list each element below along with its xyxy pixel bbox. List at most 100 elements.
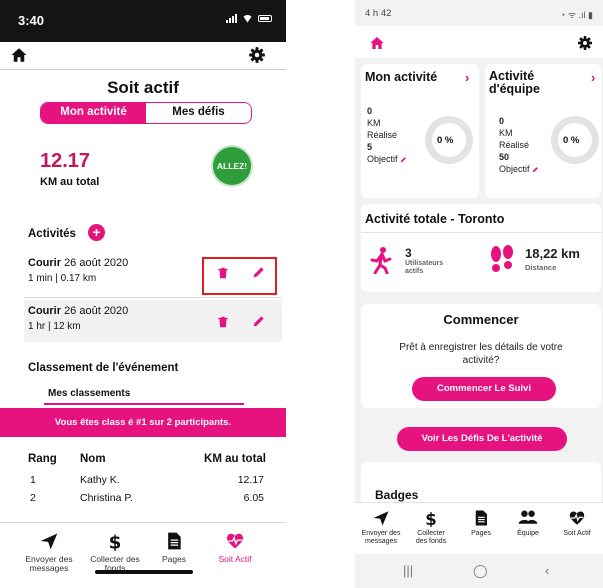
runner-icon <box>370 247 392 274</box>
pencil-icon[interactable] <box>532 166 539 173</box>
commencer-suivi-button[interactable]: Commencer Le Suivi <box>412 377 556 401</box>
chevron-right-icon: › <box>465 70 470 85</box>
send-icon <box>40 533 58 550</box>
distance-value: 18,22 km <box>525 246 580 261</box>
page-icon <box>475 510 487 526</box>
table-header-km: KM au total <box>204 453 266 465</box>
objectif-label: Objectif <box>499 164 530 174</box>
wifi-icon <box>242 14 253 23</box>
km-unit: KM <box>367 118 381 128</box>
activity-type: Courir <box>28 257 61 269</box>
bottom-tab-bar: Envoyer des messages $ Collecter des fonds… <box>0 522 286 588</box>
tab-mon-activite[interactable]: Mon activité <box>41 103 146 123</box>
km-value: 0 <box>499 116 505 126</box>
progress-percent: 0 % <box>437 135 454 146</box>
users-value: 3 <box>405 246 412 260</box>
svg-text:$: $ <box>425 510 436 527</box>
gear-icon[interactable] <box>577 35 593 51</box>
commencer-title: Commencer <box>443 312 519 327</box>
activities-title: Activités <box>28 228 76 240</box>
activity-date: 26 août 2020 <box>64 305 129 317</box>
left-phone-screen: 3:40 Soit actif Mon activité Mes défis 1… <box>0 0 286 588</box>
home-icon[interactable] <box>10 46 28 64</box>
table-cell-rang: 1 <box>30 474 36 486</box>
tab-underline <box>44 403 244 405</box>
footprints-icon <box>491 245 513 272</box>
segment-control: Mon activité Mes défis <box>40 102 252 124</box>
tab-collecter-fonds[interactable]: $ Collecter des fonds <box>84 531 146 573</box>
send-icon <box>373 511 389 526</box>
home-button[interactable]: ◯ <box>473 563 488 579</box>
badges-title: Badges <box>375 488 419 502</box>
tab-envoyer-messages[interactable]: Envoyer des messages <box>356 509 406 545</box>
trash-icon[interactable] <box>216 315 230 329</box>
tab-pages[interactable]: Pages <box>456 509 506 538</box>
tab-equipe[interactable]: Équipe <box>503 509 553 538</box>
table-cell-km: 12.17 <box>237 474 264 486</box>
team-icon <box>518 510 538 524</box>
km-unit: KM <box>499 128 513 138</box>
activity-type: Courir <box>28 305 61 317</box>
card-title: Activité totale - Toronto <box>365 212 505 226</box>
allez-button[interactable]: ALLEZ! <box>213 147 251 185</box>
page-icon <box>168 532 181 550</box>
signal-icon <box>226 14 237 23</box>
tab-soit-actif[interactable]: Soit Actif <box>204 531 266 564</box>
activity-row[interactable]: Courir 26 août 2020 1 hr | 12 km <box>24 300 282 342</box>
status-icons <box>226 14 272 23</box>
status-icons: ◔ ᯤ .ıl ▮ <box>559 10 593 20</box>
highlight-box <box>202 257 277 295</box>
status-bar: 4 h 42 ◔ ᯤ .ıl ▮ <box>355 0 603 26</box>
tab-soit-actif[interactable]: Soit Actif <box>552 509 602 538</box>
voir-defis-button[interactable]: Voir Les Défis De L'activité <box>397 427 567 451</box>
tab-envoyer-messages[interactable]: Envoyer des messages <box>18 531 80 573</box>
table-cell-nom: Kathy K. <box>80 474 120 486</box>
pencil-icon[interactable] <box>400 156 407 163</box>
dollar-icon: $ <box>109 533 122 552</box>
page-title: Soit actif <box>107 78 179 97</box>
equipe-card[interactable]: Activité d'équipe › 0 KM Réalisé 50 Objec… <box>485 64 601 198</box>
distance-label: Distance <box>525 263 557 272</box>
header-divider <box>0 69 286 70</box>
top-navigation <box>355 26 603 58</box>
objectif-value: 50 <box>499 152 510 162</box>
svg-text:$: $ <box>109 533 122 552</box>
badges-card: Badges <box>361 462 601 506</box>
row-divider <box>24 297 282 298</box>
card-title: Mon activité <box>365 70 438 84</box>
mes-classements-tab[interactable]: Mes classements <box>48 388 130 399</box>
users-label: actifs <box>405 268 424 275</box>
recent-apps-button[interactable]: ||| <box>403 563 413 578</box>
commencer-text: Prêt à enregistrer les détails de votre <box>399 342 563 353</box>
realise-label: Réalisé <box>499 140 530 150</box>
km-value: 0 <box>367 106 373 116</box>
add-activity-button[interactable]: + <box>88 224 105 241</box>
tab-collecter-fonds[interactable]: $ Collecter des fonds <box>406 509 456 545</box>
back-button[interactable]: ‹ <box>545 563 549 578</box>
dollar-icon: $ <box>425 510 436 527</box>
pencil-icon[interactable] <box>252 314 266 328</box>
home-indicator <box>95 570 193 574</box>
tab-pages[interactable]: Pages <box>143 531 205 564</box>
home-icon[interactable] <box>369 35 385 51</box>
status-bar: 3:40 <box>0 0 286 42</box>
activity-details: 1 hr | 12 km <box>28 321 81 332</box>
commencer-text: activité? <box>462 355 500 366</box>
objectif-label: Objectif <box>367 154 398 164</box>
table-header-rang: Rang <box>28 453 57 465</box>
table-header-nom: Nom <box>80 453 106 465</box>
rank-banner: Vous êtes class é #1 sur 2 participants. <box>0 408 286 437</box>
table-cell-nom: Christina P. <box>80 492 133 504</box>
heart-pulse-icon <box>227 533 243 549</box>
progress-percent: 0 % <box>563 135 580 146</box>
tab-mes-defis[interactable]: Mes défis <box>146 103 251 123</box>
gear-icon[interactable] <box>248 46 266 64</box>
table-cell-km: 6.05 <box>243 492 264 504</box>
objectif-value: 5 <box>367 142 373 152</box>
realise-label: Réalisé <box>367 130 398 140</box>
users-label: Utilisateurs <box>405 260 444 267</box>
bottom-tab-bar: Envoyer des messages $ Collecter des fonds… <box>355 502 603 554</box>
right-phone-screen: 4 h 42 ◔ ᯤ .ıl ▮ Mon activité › 0 KM Réa… <box>355 0 603 588</box>
classement-title: Classement de l'événement <box>28 362 179 374</box>
mon-activite-card[interactable]: Mon activité › 0 KM Réalisé 5 Objectif 0… <box>361 64 479 198</box>
